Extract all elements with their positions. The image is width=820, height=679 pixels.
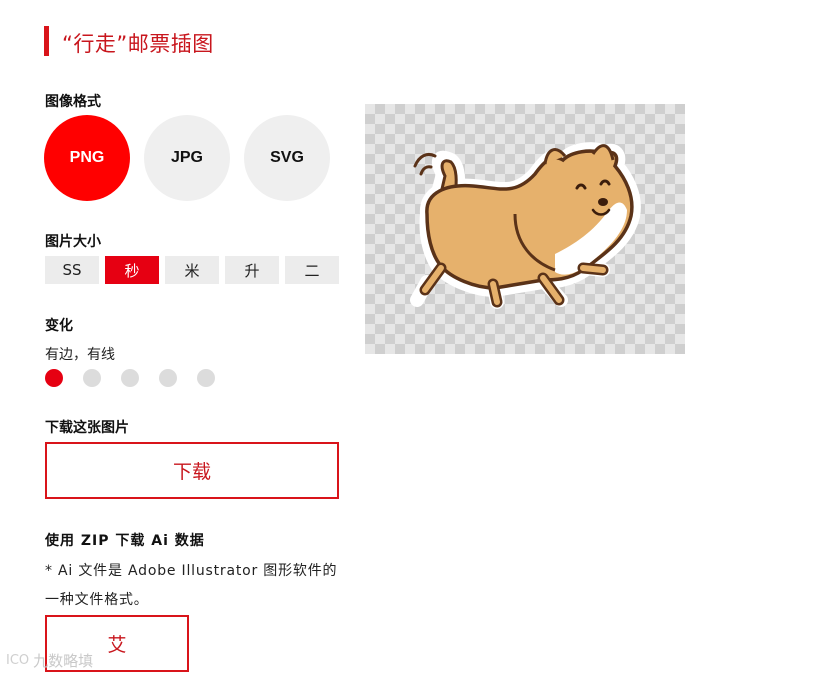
- format-png-button[interactable]: PNG: [44, 115, 130, 201]
- size-option-4[interactable]: 升: [225, 256, 279, 284]
- variant-dot-5[interactable]: [197, 369, 215, 387]
- format-label: 图像格式: [45, 94, 101, 110]
- format-svg-button[interactable]: SVG: [244, 115, 330, 201]
- shiba-dog-icon: [410, 142, 641, 309]
- download-label: 下载这张图片: [45, 420, 129, 436]
- ai-format-note: * Ai 文件是 Adobe Illustrator 图形软件的一种文件格式。: [45, 563, 338, 608]
- size-option-ss[interactable]: SS: [45, 256, 99, 284]
- size-label: 图片大小: [45, 234, 101, 250]
- size-option-3[interactable]: 米: [165, 256, 219, 284]
- variant-dot-2[interactable]: [83, 369, 101, 387]
- watermark: ICO 九数略填: [6, 650, 93, 671]
- variant-dot-4[interactable]: [159, 369, 177, 387]
- size-option-5[interactable]: 二: [285, 256, 339, 284]
- download-button[interactable]: 下载: [45, 442, 339, 499]
- format-jpg-button[interactable]: JPG: [144, 115, 230, 201]
- zip-label: 使用 ZIP 下载 Ai 数据: [45, 533, 205, 549]
- variant-dot-3[interactable]: [121, 369, 139, 387]
- watermark-text: 九数略填: [33, 652, 94, 670]
- variant-label: 变化: [45, 318, 73, 334]
- watermark-logo: ICO: [6, 653, 30, 668]
- image-preview: [365, 104, 685, 354]
- page-title: “行走”邮票插图: [62, 32, 214, 56]
- size-option-2[interactable]: 秒: [105, 256, 159, 284]
- title-accent-bar: [44, 26, 49, 56]
- variant-current-text: 有边，有线: [45, 347, 115, 363]
- variant-dot-1[interactable]: [45, 369, 63, 387]
